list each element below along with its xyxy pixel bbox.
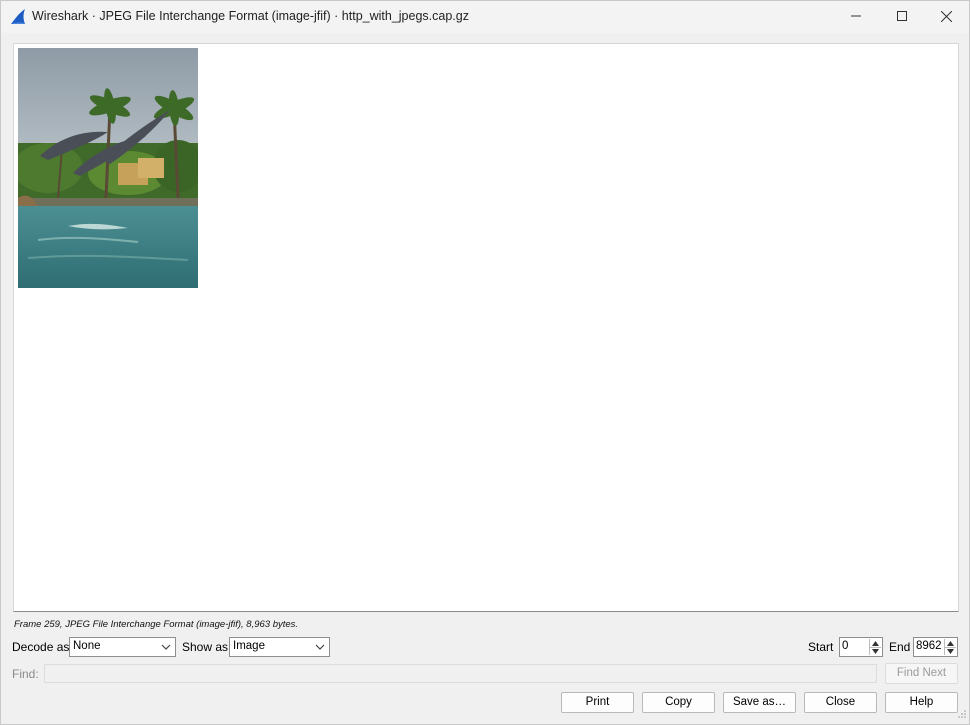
show-as-value: Image <box>233 640 265 652</box>
chevron-down-icon <box>161 642 171 654</box>
wireshark-fin-icon <box>10 8 26 24</box>
decode-as-label: Decode as <box>12 640 70 654</box>
frame-info-text: Frame 259, JPEG File Interchange Format … <box>14 619 299 630</box>
copy-button[interactable]: Copy <box>642 692 715 713</box>
window-title: Wireshark · JPEG File Interchange Format… <box>32 9 469 23</box>
start-value: 0 <box>842 640 849 652</box>
help-button[interactable]: Help <box>885 692 958 713</box>
end-spinbox[interactable]: 8962 <box>913 637 958 657</box>
start-label: Start <box>808 640 834 654</box>
start-stepper[interactable] <box>869 639 881 655</box>
decode-as-select[interactable]: None <box>69 637 176 657</box>
close-icon <box>940 10 952 22</box>
maximize-icon <box>897 11 907 21</box>
start-spinbox[interactable]: 0 <box>839 637 883 657</box>
print-button[interactable]: Print <box>561 692 634 713</box>
jpeg-image <box>18 48 198 288</box>
dialog-window: Wireshark · JPEG File Interchange Format… <box>0 0 970 725</box>
end-value: 8962 <box>916 640 942 652</box>
stepper-down-icon[interactable] <box>945 647 956 655</box>
close-window-button[interactable] <box>923 1 969 31</box>
decode-as-value: None <box>73 640 101 652</box>
minimize-button[interactable] <box>833 1 879 31</box>
maximize-button[interactable] <box>879 1 925 31</box>
close-button[interactable]: Close <box>804 692 877 713</box>
title-bar[interactable]: Wireshark · JPEG File Interchange Format… <box>1 1 969 33</box>
end-label: End <box>889 640 911 654</box>
find-label: Find: <box>12 667 39 681</box>
stepper-up-icon[interactable] <box>945 639 956 647</box>
chevron-down-icon <box>315 642 325 654</box>
find-input[interactable] <box>44 664 877 683</box>
find-next-button[interactable]: Find Next <box>885 663 958 684</box>
end-stepper[interactable] <box>944 639 956 655</box>
image-viewer[interactable] <box>13 43 959 612</box>
show-as-label: Show as <box>182 640 229 654</box>
show-as-select[interactable]: Image <box>229 637 330 657</box>
stepper-down-icon[interactable] <box>870 647 881 655</box>
minimize-icon <box>851 11 861 21</box>
stepper-up-icon[interactable] <box>870 639 881 647</box>
resize-grip-icon[interactable] <box>957 708 967 722</box>
save-as-button[interactable]: Save as… <box>723 692 796 713</box>
